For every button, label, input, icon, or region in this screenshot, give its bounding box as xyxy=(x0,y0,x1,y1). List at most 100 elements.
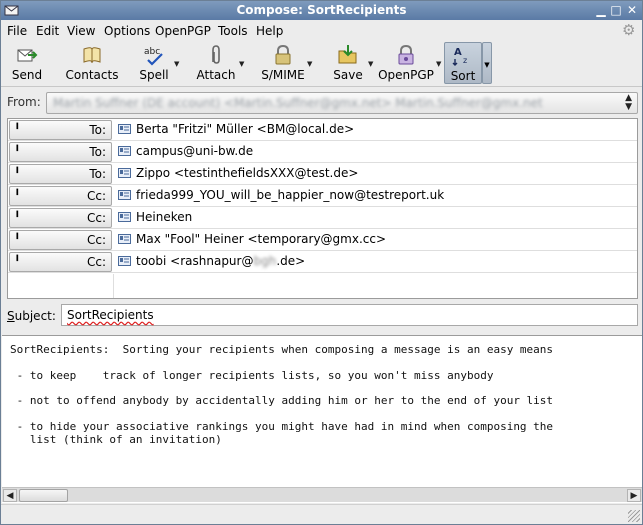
attach-dropdown-icon[interactable]: ▼ xyxy=(239,61,246,68)
title-bar: Compose: SortRecipients ▁ □ ✕ xyxy=(1,1,642,20)
recipient-type-label: Cc: xyxy=(86,255,106,269)
minimize-icon[interactable]: ▁ xyxy=(594,3,608,17)
recipient-row: ╹ To: Zippo <testinthefieldsXXX@test.de> xyxy=(8,163,637,185)
recipient-type-select[interactable]: ╹ Cc: xyxy=(9,208,112,228)
recipient-row: ╹ Cc: Max "Fool" Heiner <temporary@gmx.c… xyxy=(8,229,637,251)
spell-label: Spell xyxy=(139,68,169,82)
sort-label: Sort xyxy=(450,69,476,83)
status-bar xyxy=(1,504,642,524)
recipient-address-start: toobi <rashnapur@ xyxy=(136,254,254,268)
recipient-type-select[interactable]: ╹ To: xyxy=(9,164,112,184)
contact-card-icon xyxy=(118,190,131,200)
contact-card-icon xyxy=(118,168,131,178)
contact-card-icon xyxy=(118,234,131,244)
save-button[interactable]: Save xyxy=(330,42,366,84)
smime-dropdown-icon[interactable]: ▼ xyxy=(307,61,314,68)
drag-handle-icon[interactable]: ╹ xyxy=(14,233,21,246)
recipient-type-select[interactable]: ╹ Cc: xyxy=(9,186,112,206)
maximize-icon[interactable]: □ xyxy=(609,3,623,17)
select-arrows-icon: ▲ ▼ xyxy=(625,93,632,112)
recipient-type-select[interactable]: ╹ To: xyxy=(9,142,112,162)
openpgp-label: OpenPGP xyxy=(378,68,434,82)
recipient-empty-row[interactable] xyxy=(8,274,637,298)
recipient-address-input[interactable]: toobi <rashnapur@bgh.de> xyxy=(136,254,305,268)
recipients-list[interactable]: ╹ To: Berta "Fritzi" Müller <BM@local.de… xyxy=(7,118,638,299)
contacts-button[interactable]: Contacts xyxy=(65,42,119,84)
menu-openpgp[interactable]: OpenPGP xyxy=(155,24,211,38)
smime-button[interactable]: S/MIME xyxy=(261,42,305,84)
save-dropdown-icon[interactable]: ▼ xyxy=(368,61,375,68)
menu-help[interactable]: Help xyxy=(256,24,283,38)
subject-row: Subject: SortRecipients xyxy=(1,302,642,328)
drag-handle-icon[interactable]: ╹ xyxy=(14,189,21,202)
from-row: From: Martin Suffner (DE account) <Marti… xyxy=(1,91,642,115)
recipient-address-input[interactable]: campus@uni-bw.de xyxy=(136,144,253,158)
scroll-right-icon[interactable]: ▶ xyxy=(627,489,641,502)
recipient-row: ╹ To: Berta "Fritzi" Müller <BM@local.de… xyxy=(8,119,637,141)
smime-label: S/MIME xyxy=(261,68,305,82)
send-button[interactable]: Send xyxy=(7,42,47,84)
subject-value: SortRecipients xyxy=(67,308,154,322)
throbber-gear-icon: ⚙ xyxy=(622,21,636,39)
openpgp-lock-icon xyxy=(398,44,414,65)
compose-toolbar: Send Contacts abc Spell ▼ Attach ▼ S/MIM… xyxy=(1,41,642,87)
lock-icon xyxy=(275,44,291,65)
recipient-type-label: To: xyxy=(89,123,106,137)
recipient-address-input[interactable]: Max "Fool" Heiner <temporary@gmx.cc> xyxy=(136,232,386,246)
send-label: Send xyxy=(11,68,43,82)
drag-handle-icon[interactable]: ╹ xyxy=(14,167,21,180)
recipient-empty-type-cell xyxy=(8,274,114,298)
sort-button[interactable]: A z Sort xyxy=(444,42,482,84)
message-body-editor[interactable]: SortRecipients: Sorting your recipients … xyxy=(2,335,642,503)
recipient-address-input[interactable]: Heineken xyxy=(136,210,192,224)
save-label: Save xyxy=(333,68,363,82)
menu-edit[interactable]: Edit xyxy=(36,24,59,38)
recipient-type-select[interactable]: ╹ To: xyxy=(9,120,112,140)
recipient-row: ╹ Cc: Heineken xyxy=(8,207,637,229)
from-identity-select[interactable]: Martin Suffner (DE account) <Martin.Suff… xyxy=(46,92,638,114)
scrollbar-thumb[interactable] xyxy=(19,489,68,502)
menu-tools[interactable]: Tools xyxy=(218,24,248,38)
recipient-address-input[interactable]: Berta "Fritzi" Müller <BM@local.de> xyxy=(136,122,354,136)
menu-options[interactable]: Options xyxy=(104,24,150,38)
recipient-row: ╹ Cc: toobi <rashnapur@bgh.de> xyxy=(8,251,637,273)
subject-input[interactable]: SortRecipients xyxy=(61,304,638,326)
recipient-type-label: Cc: xyxy=(86,189,106,203)
recipient-type-label: To: xyxy=(89,145,106,159)
recipient-type-select[interactable]: ╹ Cc: xyxy=(9,252,112,272)
recipient-type-label: Cc: xyxy=(86,211,106,225)
contact-card-icon xyxy=(118,146,131,156)
spell-dropdown-icon[interactable]: ▼ xyxy=(174,61,181,68)
openpgp-button[interactable]: OpenPGP xyxy=(378,42,434,84)
recipient-type-label: Cc: xyxy=(86,233,106,247)
spell-button[interactable]: abc Spell xyxy=(136,42,172,84)
contact-card-icon xyxy=(118,256,131,266)
scroll-left-icon[interactable]: ◀ xyxy=(3,489,17,502)
recipient-type-select[interactable]: ╹ Cc: xyxy=(9,230,112,250)
recipient-row: ╹ To: campus@uni-bw.de xyxy=(8,141,637,163)
address-book-icon xyxy=(83,47,101,64)
horizontal-scrollbar[interactable]: ◀ ▶ xyxy=(2,487,642,502)
recipient-address-input[interactable]: Zippo <testinthefieldsXXX@test.de> xyxy=(136,166,358,180)
send-icon xyxy=(17,49,38,62)
attach-label: Attach xyxy=(196,68,236,82)
sort-dropdown-icon[interactable]: ▼ xyxy=(482,42,492,84)
recipient-address-input[interactable]: frieda999_YOU_will_be_happier_now@testre… xyxy=(136,188,444,202)
recipient-row: ╹ Cc: frieda999_YOU_will_be_happier_now@… xyxy=(8,185,637,207)
drag-handle-icon[interactable]: ╹ xyxy=(14,255,21,268)
drag-handle-icon[interactable]: ╹ xyxy=(14,123,21,136)
attach-button[interactable]: Attach xyxy=(196,42,236,84)
openpgp-dropdown-icon[interactable]: ▼ xyxy=(436,61,443,68)
resize-grip-icon[interactable] xyxy=(628,510,640,522)
contact-card-icon xyxy=(118,124,131,134)
from-label: From: xyxy=(7,95,41,109)
contact-card-icon xyxy=(118,212,131,222)
drag-handle-icon[interactable]: ╹ xyxy=(14,211,21,224)
menu-view[interactable]: View xyxy=(67,24,95,38)
window-title: Compose: SortRecipients xyxy=(236,3,407,17)
svg-text:z: z xyxy=(463,56,467,65)
drag-handle-icon[interactable]: ╹ xyxy=(14,145,21,158)
close-icon[interactable]: ✕ xyxy=(625,3,639,17)
menu-file[interactable]: File xyxy=(7,24,27,38)
menu-bar: File Edit View Options OpenPGP Tools Hel… xyxy=(1,21,642,41)
